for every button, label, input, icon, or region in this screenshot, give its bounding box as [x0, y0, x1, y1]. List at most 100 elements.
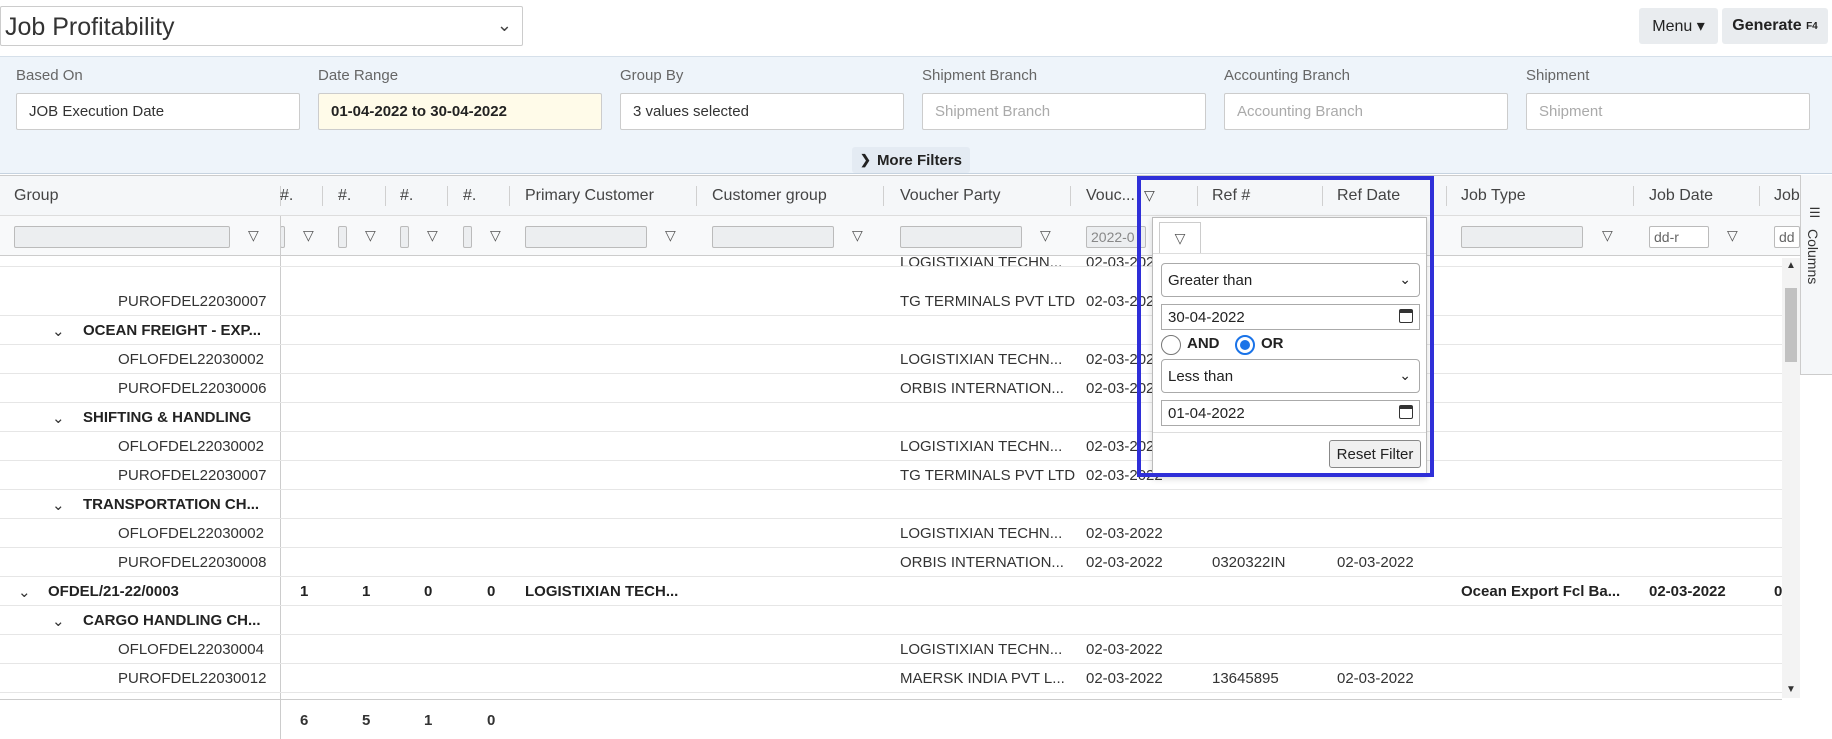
generate-shortcut: F4	[1806, 20, 1818, 32]
subgroup-name: CARGO HANDLING CH...	[83, 612, 261, 629]
table-row[interactable]: OFLOFDEL22030002 LOGISTIXIAN TECHN... 02-0…	[0, 519, 1782, 548]
table-row[interactable]: PUROFDEL22030007 TG TERMINALS PVT LTD 02-0…	[0, 461, 1782, 490]
col-job[interactable]: Job	[1774, 187, 1800, 205]
more-filters-label: More Filters	[876, 151, 962, 169]
filter-icon[interactable]: ▽	[248, 227, 259, 244]
col-voucher-party[interactable]: Voucher Party	[900, 187, 1001, 205]
voucher-date: 02-03-2022	[1086, 670, 1163, 687]
voucher-party-filter-input[interactable]	[900, 226, 1022, 248]
filter-icon[interactable]: ▽	[665, 227, 676, 244]
table-row[interactable]: OFLOFDEL22030004 LOGISTIXIAN TECHN... 02-0…	[0, 635, 1782, 664]
voucher-number: PUROFDEL22030007	[118, 293, 267, 310]
date-range-field[interactable]: 01-04-2022 to 30-04-2022	[318, 93, 602, 130]
group-row[interactable]: ⌄ OFDEL/21-22/0003 1 1 0 0 LOGISTIXIAN TECH...…	[0, 577, 1782, 606]
voucher-number: OFLOFDEL22030002	[118, 525, 264, 542]
ref-number: 0320322IN	[1212, 554, 1286, 571]
col-count-1[interactable]: #.	[280, 187, 293, 205]
filter-icon[interactable]: ▽	[1602, 227, 1613, 244]
col-group[interactable]: Group	[14, 187, 58, 205]
columns-icon: ☰	[1809, 205, 1821, 220]
col-separator	[322, 186, 323, 206]
report-selector[interactable]: Job Profitability ⌄	[0, 6, 523, 46]
scroll-up-icon[interactable]: ▲	[1786, 260, 1796, 271]
based-on-field[interactable]: JOB Execution Date	[16, 93, 300, 130]
table-row[interactable]: PUROFDEL22030012 MAERSK INDIA PVT L... 02-…	[0, 664, 1782, 693]
shipment-branch-field[interactable]: Shipment Branch	[922, 93, 1206, 130]
total-count-2: 5	[362, 712, 371, 729]
group-by-label: Group By	[620, 67, 684, 84]
scroll-down-icon[interactable]: ▼	[1786, 684, 1796, 695]
scrollbar-thumb[interactable]	[1785, 288, 1797, 362]
menu-button[interactable]: Menu ▾	[1639, 8, 1718, 44]
subgroup-row[interactable]: ⌄ TRANSPORTATION CH...	[0, 490, 1782, 519]
collapse-chevron-icon[interactable]: ⌄	[52, 409, 65, 427]
voucher-date: 02-03-2022	[1086, 554, 1163, 571]
job-type-filter-input[interactable]	[1461, 226, 1583, 248]
job-type: Ocean Export Fcl Ba...	[1461, 583, 1621, 600]
more-filters-button[interactable]: ❯ More Filters	[852, 147, 970, 173]
group-by-field[interactable]: 3 values selected	[620, 93, 904, 130]
col-job-date[interactable]: Job Date	[1649, 187, 1713, 205]
col-voucher[interactable]: Vouc...	[1086, 187, 1135, 205]
col-separator	[1759, 186, 1760, 206]
col-count-2[interactable]: #.	[338, 187, 351, 205]
voucher-date: 02-03-2022	[1086, 641, 1163, 658]
table-row[interactable]: PUROFDEL22030007 TG TERMINALS PVT LTD 02-0…	[0, 287, 1782, 316]
table-row[interactable]: OFLOFDEL22030002 LOGISTIXIAN TECHN... 02-0…	[0, 345, 1782, 374]
col-primary-customer[interactable]: Primary Customer	[525, 187, 654, 205]
based-on-label: Based On	[16, 67, 83, 84]
collapse-chevron-icon[interactable]: ⌄	[52, 322, 65, 340]
col-separator	[385, 186, 386, 206]
data-grid: Group #. #. #. #. Primary Customer Custo…	[0, 175, 1800, 739]
generate-button[interactable]: Generate F4	[1722, 8, 1828, 44]
count-filter-input[interactable]	[463, 226, 472, 248]
count-filter-input[interactable]	[400, 226, 409, 248]
table-row[interactable]: OFLOFDEL22030002 LOGISTIXIAN TECHN... 02-0…	[0, 432, 1782, 461]
collapse-chevron-icon[interactable]: ⌄	[52, 496, 65, 514]
primary-customer-filter-input[interactable]	[525, 226, 647, 248]
subgroup-row[interactable]: ⌄ CARGO HANDLING CH...	[0, 606, 1782, 635]
col-customer-group[interactable]: Customer group	[712, 187, 827, 205]
filter-panel: Based On JOB Execution Date Date Range 0…	[0, 56, 1832, 174]
voucher-party: ORBIS INTERNATION...	[900, 554, 1064, 571]
group-name: OFDEL/21-22/0003	[48, 583, 179, 600]
filter-icon[interactable]: ▽	[852, 227, 863, 244]
col-separator	[696, 186, 697, 206]
subgroup-row[interactable]: ⌄ SHIFTING & HANDLING	[0, 403, 1782, 432]
group-filter-input[interactable]	[14, 226, 230, 248]
collapse-chevron-icon[interactable]: ⌄	[18, 583, 31, 601]
vertical-scrollbar[interactable]: ▲ ▼	[1782, 258, 1800, 698]
table-row[interactable]: PUROFDEL22030008 ORBIS INTERNATION... 02-0…	[0, 548, 1782, 577]
columns-side-panel[interactable]: ☰ Columns	[1800, 175, 1832, 375]
customer-group-filter-input[interactable]	[712, 226, 834, 248]
table-row[interactable]: LOGISTIXIAN TECHN... 02-03-2022	[0, 248, 1782, 267]
filter-icon[interactable]: ▽	[1040, 227, 1051, 244]
col-separator	[1446, 186, 1447, 206]
col-count-4[interactable]: #.	[463, 187, 476, 205]
job-filter-input[interactable]: dd	[1774, 226, 1800, 248]
voucher-party: TG TERMINALS PVT LTD	[900, 467, 1076, 484]
voucher-number: PUROFDEL22030008	[118, 554, 267, 571]
subgroup-row[interactable]: ⌄ OCEAN FREIGHT - EXP...	[0, 316, 1782, 345]
table-row[interactable]: PUROFDEL22030006 ORBIS INTERNATION... 02-0…	[0, 374, 1782, 403]
shipment-field[interactable]: Shipment	[1526, 93, 1810, 130]
filter-icon[interactable]: ▽	[427, 227, 438, 244]
accounting-branch-field[interactable]: Accounting Branch	[1224, 93, 1508, 130]
voucher-number: PUROFDEL22030007	[118, 467, 267, 484]
count-1: 1	[300, 583, 309, 600]
subgroup-name: OCEAN FREIGHT - EXP...	[83, 322, 262, 339]
filter-icon[interactable]: ▽	[1727, 227, 1738, 244]
filter-icon[interactable]: ▽	[303, 227, 314, 244]
collapse-chevron-icon[interactable]: ⌄	[52, 612, 65, 630]
count-4: 0	[487, 583, 496, 600]
count-filter-input[interactable]	[338, 226, 347, 248]
col-job-type[interactable]: Job Type	[1461, 187, 1526, 205]
col-count-3[interactable]: #.	[400, 187, 413, 205]
filter-icon[interactable]: ▽	[365, 227, 376, 244]
filter-icon[interactable]: ▽	[490, 227, 501, 244]
chevron-down-icon: ❯	[860, 152, 871, 167]
subgroup-name: TRANSPORTATION CH...	[83, 496, 260, 513]
voucher-date: 02-03-2022	[1086, 525, 1163, 542]
job-date-filter-input[interactable]: dd-r	[1649, 226, 1709, 248]
top-bar: Job Profitability ⌄ Menu ▾ Generate F4	[0, 0, 1832, 56]
